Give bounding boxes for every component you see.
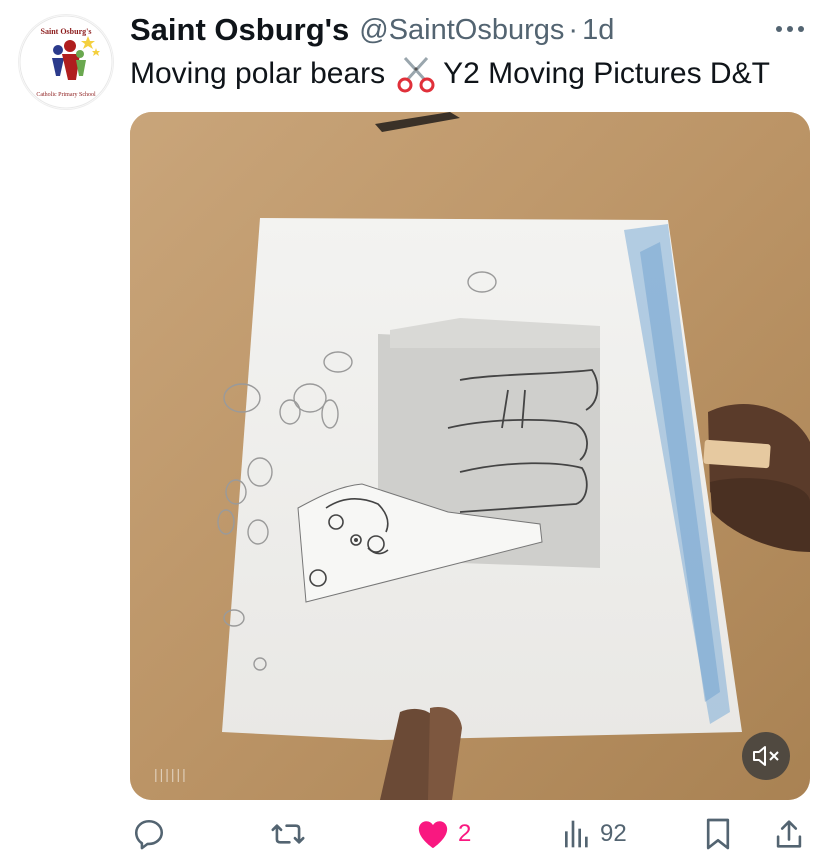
separator-dot: · bbox=[568, 13, 579, 46]
school-crest-logo-icon: Saint Osburg's Catholic Primary School bbox=[19, 15, 113, 109]
tweet-actions: 2 92 bbox=[130, 812, 810, 856]
polar-bear-paper-craft-icon bbox=[130, 112, 810, 800]
author-name[interactable]: Saint Osburg's bbox=[130, 12, 349, 48]
bookmark-icon bbox=[706, 818, 730, 850]
bar-chart-icon bbox=[565, 820, 588, 848]
like-button[interactable]: 2 bbox=[416, 812, 471, 856]
share-icon bbox=[776, 820, 802, 848]
heart-icon bbox=[418, 821, 448, 849]
views-count: 92 bbox=[600, 820, 627, 847]
reply-icon bbox=[134, 819, 164, 850]
video-player[interactable]: |||||| bbox=[130, 112, 810, 800]
video-progress-marks[interactable]: |||||| bbox=[154, 766, 188, 782]
tweet-header: Saint Osburg's @SaintOsburgs · 1d bbox=[130, 10, 808, 50]
like-count: 2 bbox=[458, 820, 472, 847]
tweet-text-before: Moving polar bears bbox=[130, 57, 386, 90]
mute-toggle-icon[interactable] bbox=[742, 732, 790, 780]
avatar[interactable]: Saint Osburg's Catholic Primary School bbox=[18, 14, 114, 110]
retweet-icon bbox=[271, 824, 305, 844]
retweet-button[interactable] bbox=[270, 812, 314, 856]
reply-button[interactable] bbox=[132, 812, 174, 856]
tweet-text: Moving polar bears Y2 Moving Pictures D&… bbox=[130, 54, 818, 94]
avatar-text-top: Saint Osburg's bbox=[41, 27, 92, 36]
tweet-text-after: Y2 Moving Pictures D&T bbox=[443, 57, 770, 90]
bookmark-button[interactable] bbox=[704, 812, 732, 856]
author-handle[interactable]: @SaintOsburgs bbox=[359, 14, 564, 47]
scissors-icon bbox=[395, 54, 437, 94]
more-options-icon[interactable] bbox=[772, 14, 808, 44]
timestamp[interactable]: 1d bbox=[582, 14, 614, 47]
avatar-text-bottom: Catholic Primary School bbox=[36, 92, 96, 98]
share-button[interactable] bbox=[774, 812, 804, 856]
views-button[interactable]: 92 bbox=[562, 812, 627, 856]
